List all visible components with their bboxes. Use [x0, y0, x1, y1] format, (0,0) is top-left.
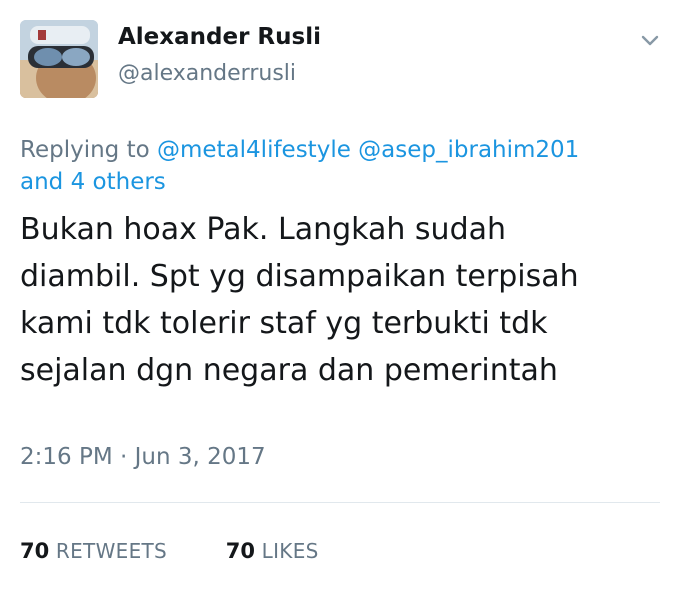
retweets-label: RETWEETS: [55, 539, 168, 563]
mention-link[interactable]: @asep_ibrahim201: [358, 137, 579, 163]
chevron-down-icon[interactable]: [638, 30, 662, 50]
tweet-text: Bukan hoax Pak. Langkah sudah diambil. S…: [20, 206, 660, 394]
tweet-line: kami tdk tolerir staf yg terbukti tdk: [20, 306, 548, 341]
tweet-card: Alexander Rusli @alexanderrusli Replying…: [0, 0, 680, 598]
avatar-image: [20, 20, 98, 98]
divider: [20, 502, 660, 503]
tweet-line: Bukan hoax Pak. Langkah sudah: [20, 212, 507, 247]
likes-stat[interactable]: 70 LIKES: [226, 539, 319, 563]
replying-to-prefix: Replying to: [20, 137, 150, 163]
avatar[interactable]: [20, 20, 98, 98]
timestamp[interactable]: 2:16 PM · Jun 3, 2017: [20, 444, 266, 470]
likes-label: LIKES: [261, 539, 319, 563]
user-handle[interactable]: @alexanderrusli: [118, 61, 296, 86]
others-link[interactable]: and 4 others: [20, 169, 166, 195]
retweets-stat[interactable]: 70 RETWEETS: [20, 539, 167, 563]
likes-count: 70: [225, 539, 255, 563]
retweets-count: 70: [20, 539, 50, 563]
mention-link[interactable]: @metal4lifestyle: [157, 137, 351, 163]
replying-to: Replying to @metal4lifestyle @asep_ibrah…: [20, 134, 660, 198]
tweet-stats: 70 RETWEETS 70 LIKES: [20, 539, 319, 563]
user-name[interactable]: Alexander Rusli: [118, 24, 321, 50]
tweet-line: sejalan dgn negara dan pemerintah: [20, 353, 558, 388]
tweet-line: diambil. Spt yg disampaikan terpisah: [20, 259, 579, 294]
